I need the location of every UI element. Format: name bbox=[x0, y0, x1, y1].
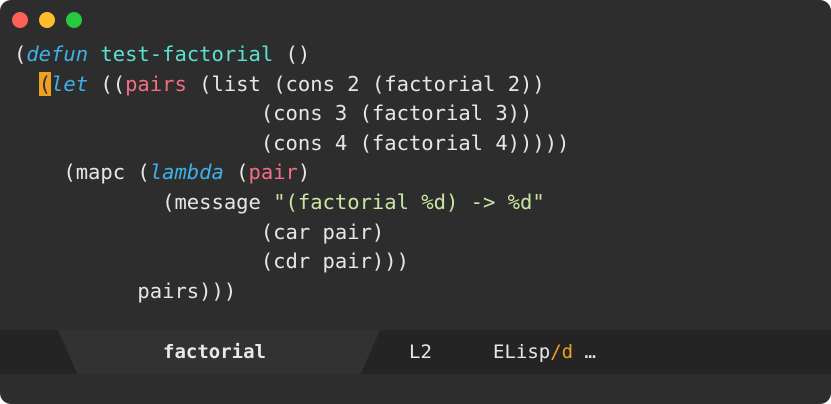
code-line-4: (cons 4 (factorial 4))))) bbox=[14, 130, 570, 155]
mode-line: factorial L2 ELisp/d … bbox=[0, 330, 831, 374]
code-buffer[interactable]: (defun test-factorial () (let ((pairs (l… bbox=[14, 40, 569, 306]
variable-pairs: pairs bbox=[125, 71, 187, 96]
code-line-6: (message "(factorial %d) -> %d" bbox=[14, 188, 569, 218]
code-line-1: (defun test-factorial () bbox=[14, 40, 569, 70]
minimize-button[interactable] bbox=[39, 12, 55, 28]
code-text: (mapc ( bbox=[14, 160, 150, 185]
string-literal: "(factorial %d) -> %d" bbox=[273, 189, 545, 214]
code-text: (list (cons 2 (factorial 2)) bbox=[186, 71, 545, 96]
code-line-2: (let ((pairs (list (cons 2 (factorial 2)… bbox=[14, 70, 569, 100]
keyword-let: let bbox=[51, 71, 89, 96]
variable-pair: pair bbox=[248, 160, 298, 185]
code-line-5: (mapc (lambda (pair) bbox=[14, 158, 569, 188]
function-name: test-factorial bbox=[100, 42, 274, 66]
editor-window: (defun test-factorial () (let ((pairs (l… bbox=[0, 0, 831, 404]
keyword-defun: defun bbox=[26, 42, 89, 66]
code-text: (( bbox=[88, 71, 126, 96]
code-text: () bbox=[273, 42, 311, 66]
text-cursor: ( bbox=[38, 71, 52, 96]
code-line-7: (car pair) bbox=[14, 219, 385, 244]
code-text: ( bbox=[223, 160, 249, 185]
mode-name: ELisp bbox=[493, 341, 551, 363]
mode-ellipsis: … bbox=[573, 341, 596, 363]
zoom-button[interactable] bbox=[66, 12, 82, 28]
code-text: (message bbox=[14, 189, 274, 214]
code-line-9: pairs))) bbox=[14, 278, 237, 303]
mode-separator: / bbox=[550, 341, 562, 363]
code-line-8: (cdr pair))) bbox=[14, 249, 409, 274]
major-mode[interactable]: ELisp/d … bbox=[493, 330, 596, 374]
keyword-lambda: lambda bbox=[149, 160, 224, 185]
code-line-3: (cons 3 (factorial 3)) bbox=[14, 101, 533, 126]
code-text: ) bbox=[297, 160, 311, 185]
line-number: L2 bbox=[409, 341, 432, 363]
close-button[interactable] bbox=[12, 12, 28, 28]
mode-submode: d bbox=[561, 341, 574, 363]
code-text: ( bbox=[14, 42, 27, 66]
buffer-name[interactable]: factorial bbox=[163, 330, 266, 374]
